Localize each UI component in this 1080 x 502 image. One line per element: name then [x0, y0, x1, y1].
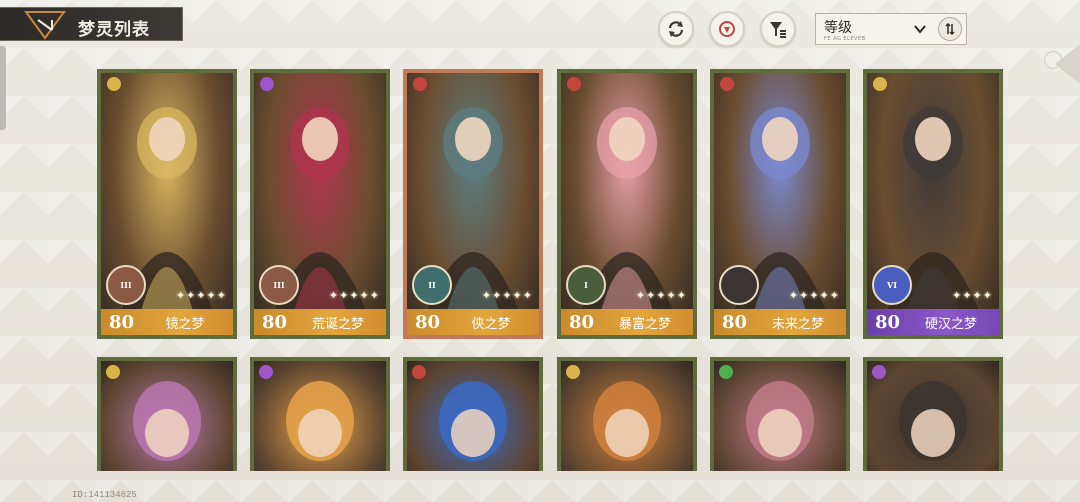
user-id: ID:141134625 — [72, 490, 137, 500]
character-card[interactable]: III ✦✦✦✦✦ 80 荒诞之梦 — [250, 69, 390, 339]
star-rating: ✦✦✦✦✦ — [481, 289, 533, 302]
character-card[interactable]: II ✦✦✦✦✦ 80 侠之梦 — [403, 69, 543, 339]
rank-badge: II — [412, 265, 452, 305]
attribute-icon — [567, 77, 581, 91]
character-level: 80 — [109, 311, 135, 333]
sort-label: 等级 — [824, 20, 852, 36]
character-name: 荒诞之梦 — [311, 316, 364, 332]
rank-badge: VI — [872, 265, 912, 305]
attribute-icon — [107, 77, 121, 91]
character-card[interactable] — [863, 357, 1003, 471]
character-level: 80 — [722, 311, 748, 333]
star-rating: ✦✦✦✦✦ — [328, 289, 380, 302]
character-silhouette — [439, 381, 507, 461]
attribute-icon — [412, 365, 426, 379]
attribute-filter-button[interactable] — [709, 11, 745, 47]
character-name: 镜之梦 — [165, 316, 205, 332]
attribute-icon — [106, 365, 120, 379]
character-card[interactable]: VI ✦✦✦✦ 80 硬汉之梦 — [863, 69, 1003, 339]
rank-label: I — [584, 280, 588, 290]
rank-badge — [719, 265, 759, 305]
character-silhouette — [899, 381, 967, 461]
attribute-icon — [413, 77, 427, 91]
attribute-icon — [720, 77, 734, 91]
character-card[interactable] — [250, 357, 390, 471]
chevron-down-icon[interactable] — [912, 21, 928, 37]
star-rating: ✦✦✦✦ — [952, 289, 993, 302]
character-card[interactable] — [403, 357, 543, 471]
character-level: 80 — [415, 311, 441, 333]
character-level: 80 — [569, 311, 595, 333]
rank-label: III — [273, 280, 285, 290]
sort-select[interactable]: 等级 FE AG ELEVEB — [815, 13, 967, 45]
refresh-button[interactable] — [658, 11, 694, 47]
character-name: 未来之梦 — [771, 316, 824, 332]
character-silhouette — [133, 381, 201, 461]
attribute-icon — [719, 365, 733, 379]
star-rating: ✦✦✦✦✦ — [175, 289, 227, 302]
sort-order-button[interactable] — [938, 17, 962, 41]
character-portrait — [561, 361, 693, 471]
attribute-icon — [872, 365, 886, 379]
card-info-bar: 80 硬汉之梦 — [867, 309, 999, 335]
character-card[interactable] — [710, 357, 850, 471]
attribute-icon — [873, 77, 887, 91]
attribute-icon — [259, 365, 273, 379]
attribute-icon — [260, 77, 274, 91]
back-icon[interactable] — [22, 10, 68, 40]
sort-sub-label: FE AG ELEVEB — [824, 36, 866, 42]
character-portrait — [714, 361, 846, 471]
rank-badge: I — [566, 265, 606, 305]
rank-label: II — [428, 280, 436, 290]
card-info-bar: 80 镜之梦 — [101, 309, 233, 335]
character-silhouette — [746, 381, 814, 461]
rank-badge: III — [106, 265, 146, 305]
character-portrait — [101, 361, 233, 471]
side-scroll-handle[interactable] — [0, 46, 6, 130]
character-level: 80 — [875, 311, 901, 333]
character-card[interactable] — [557, 357, 697, 471]
character-portrait — [867, 361, 999, 471]
character-name: 侠之梦 — [471, 316, 511, 332]
star-rating: ✦✦✦✦✦ — [788, 289, 840, 302]
sort-order-icon — [945, 22, 955, 36]
refresh-icon — [668, 21, 684, 37]
character-name: 暴富之梦 — [618, 316, 671, 332]
character-name: 硬汉之梦 — [924, 316, 977, 332]
corner-decoration — [1055, 44, 1080, 84]
page-title: 梦灵列表 — [78, 20, 150, 40]
shield-icon — [719, 21, 735, 37]
title-bar: 梦灵列表 — [0, 7, 183, 41]
card-info-bar: 80 未来之梦 — [714, 309, 846, 335]
character-card[interactable] — [97, 357, 237, 471]
attribute-icon — [566, 365, 580, 379]
character-card[interactable]: ✦✦✦✦✦ 80 未来之梦 — [710, 69, 850, 339]
card-info-bar: 80 侠之梦 — [407, 309, 539, 335]
character-silhouette — [593, 381, 661, 461]
rank-label: VI — [887, 280, 897, 290]
character-portrait — [254, 361, 386, 471]
character-card[interactable]: I ✦✦✦✦✦ 80 暴富之梦 — [557, 69, 697, 339]
character-card[interactable]: III ✦✦✦✦✦ 80 镜之梦 — [97, 69, 237, 339]
filter-icon — [770, 22, 786, 38]
character-silhouette — [286, 381, 354, 461]
card-info-bar: 80 暴富之梦 — [561, 309, 693, 335]
rank-label: III — [120, 280, 132, 290]
character-portrait — [407, 361, 539, 471]
filter-button[interactable] — [760, 11, 796, 47]
character-level: 80 — [262, 311, 288, 333]
rank-badge: III — [259, 265, 299, 305]
card-info-bar: 80 荒诞之梦 — [254, 309, 386, 335]
star-rating: ✦✦✦✦✦ — [635, 289, 687, 302]
